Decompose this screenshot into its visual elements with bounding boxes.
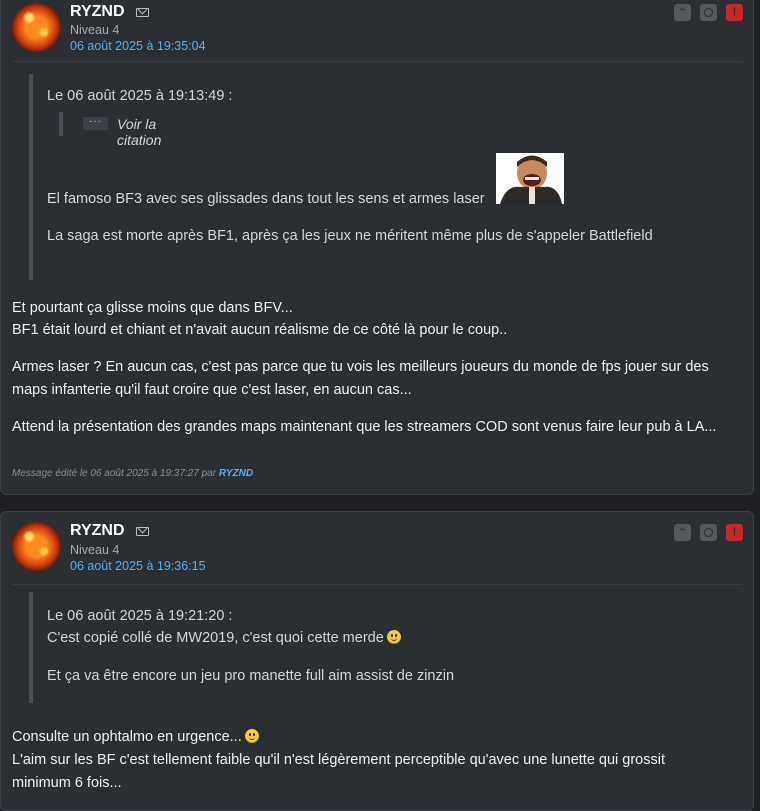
mail-icon[interactable] (136, 8, 149, 17)
thinking-emoji-icon (386, 630, 401, 644)
post-body-text: Consulte un ophtalmo en urgence... (12, 729, 242, 745)
post-body-line: Armes laser ? En aucun cas, c'est pas pa… (12, 359, 709, 375)
quote-line: El famoso BF3 avec ses glissades dans to… (47, 191, 485, 207)
quote-icon[interactable]: “ (674, 524, 691, 541)
mail-icon[interactable] (136, 527, 149, 536)
reaction-sticker-image (496, 153, 564, 204)
private-message-icon[interactable] (700, 4, 717, 21)
post-body-line: minimum 6 fois... (12, 775, 122, 791)
nested-quote-bar (59, 112, 63, 136)
post-date-link[interactable]: 06 août 2025 à 19:36:15 (70, 559, 206, 573)
private-message-icon[interactable] (700, 524, 717, 541)
post-date-link[interactable]: 06 août 2025 à 19:35:04 (70, 39, 206, 53)
post-body-line: L'aim sur les BF c'est tellement faible … (12, 752, 665, 768)
report-icon[interactable]: ! (726, 4, 743, 21)
avatar[interactable] (12, 3, 61, 52)
forum-post: RYZND Niveau 4 06 août 2025 à 19:36:15 “… (0, 511, 754, 811)
edit-author-link[interactable]: RYZND (219, 468, 253, 479)
quote-line: Et ça va être encore un jeu pro manette … (47, 668, 455, 684)
edit-note: Message édité le 06 août 2025 à 19:37:27… (12, 468, 253, 479)
smile-emoji-icon (244, 729, 259, 743)
divider (12, 584, 742, 585)
quote-line-text: C'est copié collé de MW2019, c'est quoi … (47, 630, 384, 646)
post-body-line: maps infanterie qu'il faut croire que c'… (12, 382, 412, 398)
blockquote: Le 06 août 2025 à 19:21:20 : C'est copié… (29, 592, 454, 703)
report-icon[interactable]: ! (726, 524, 743, 541)
blockquote: Le 06 août 2025 à 19:13:49 : ··· Voir la… (29, 74, 653, 280)
author-level: Niveau 4 (70, 543, 120, 557)
edit-note-text: Message édité le 06 août 2025 à 19:37:27… (12, 468, 217, 479)
quote-line: La saga est morte après BF1, après ça le… (47, 228, 653, 244)
quote-header: Le 06 août 2025 à 19:13:49 : (47, 88, 233, 104)
quote-icon[interactable]: “ (674, 4, 691, 21)
divider (12, 61, 742, 62)
post-body-line: BF1 était lourd et chiant et n'avait auc… (12, 322, 508, 338)
expand-quote-button[interactable]: ··· (83, 117, 108, 130)
author-name[interactable]: RYZND (70, 522, 125, 540)
author-name[interactable]: RYZND (70, 3, 125, 21)
see-quote-link[interactable]: Voir la citation (117, 116, 161, 148)
quote-line: C'est copié collé de MW2019, c'est quoi … (47, 630, 401, 646)
quote-header: Le 06 août 2025 à 19:21:20 : (47, 608, 233, 624)
avatar[interactable] (12, 522, 61, 571)
post-body-line: Consulte un ophtalmo en urgence... (12, 726, 259, 748)
post-body-line: Attend la présentation des grandes maps … (12, 419, 717, 435)
post-body-line: Et pourtant ça glisse moins que dans BFV… (12, 300, 293, 316)
author-level: Niveau 4 (70, 23, 120, 37)
forum-post: RYZND Niveau 4 06 août 2025 à 19:35:04 “… (0, 0, 754, 495)
